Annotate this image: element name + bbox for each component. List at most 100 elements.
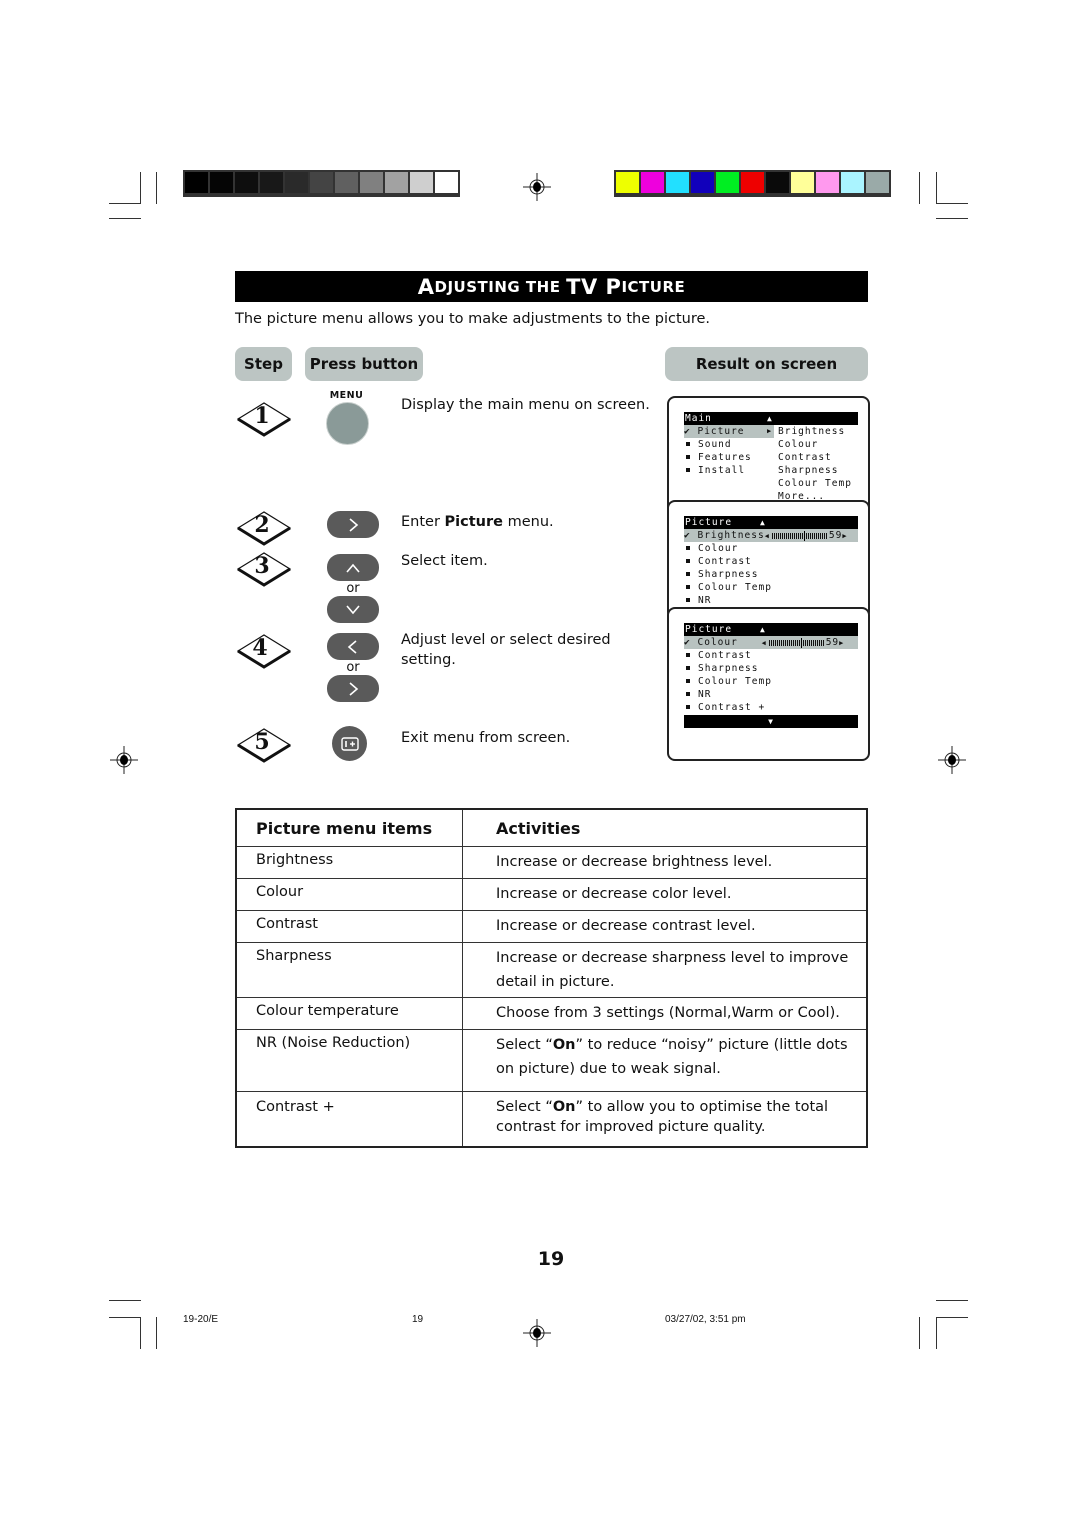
bullet-icon: [686, 546, 690, 550]
level-slider: [771, 530, 827, 541]
crop-mark: [936, 1317, 937, 1349]
osd-item: Colour Temp: [684, 581, 772, 594]
osd-header-bar: Picture ▲: [684, 516, 858, 529]
registration-mark-icon: [523, 1319, 551, 1347]
step-1-instruction: Display the main menu on screen.: [401, 397, 650, 413]
bullet-icon: [686, 585, 690, 589]
osd-item-label: Contrast: [698, 556, 752, 567]
osd-header-bar: Main ▲: [684, 412, 858, 425]
osd-item: Colour: [684, 542, 738, 555]
osd-submenu-item: Sharpness: [778, 465, 839, 476]
menu-button[interactable]: [326, 402, 369, 445]
activity-text: Select “: [496, 1037, 553, 1053]
osd-submenu-item: Colour Temp: [778, 478, 852, 489]
osd-header-title: Picture: [685, 517, 733, 528]
calibration-swatch: [866, 172, 889, 193]
calibration-swatch: [385, 172, 408, 193]
osd-item-label: NR: [698, 595, 712, 606]
osd-item-label: Contrast +: [698, 702, 766, 713]
crop-mark: [936, 172, 937, 204]
up-triangle-icon: ▲: [767, 414, 773, 423]
crop-mark: [140, 172, 141, 204]
crop-mark: [919, 1317, 920, 1349]
or-label: or: [346, 660, 360, 675]
calibration-swatch: [360, 172, 383, 193]
up-arrow-button[interactable]: [327, 554, 379, 581]
osd-item: Features: [684, 451, 752, 464]
bullet-icon: [686, 442, 690, 446]
activity-text: Select “: [496, 1099, 553, 1115]
step-number: 4: [252, 635, 268, 661]
chevron-right-icon: [349, 681, 359, 696]
menu-item-cell: Colour: [235, 878, 463, 911]
osd-item-label: Sharpness: [698, 663, 759, 674]
activity-cell: Choose from 3 settings (Normal,Warm or C…: [462, 997, 868, 1030]
level-value: 59: [828, 530, 843, 541]
title-part: A: [417, 274, 435, 299]
picture-menu-items-table: Picture menu items Activities Brightness…: [235, 808, 868, 1148]
right-triangle-icon: ▶: [842, 532, 848, 540]
right-arrow-button[interactable]: [327, 511, 379, 538]
bullet-icon: [686, 468, 690, 472]
crop-mark: [109, 218, 141, 219]
grayscale-calibration-bar: [183, 170, 460, 197]
instruction-text: menu.: [502, 514, 554, 530]
left-triangle-icon: ◀: [761, 639, 767, 647]
calibration-swatch: [435, 172, 458, 193]
activity-cell: Select “On” to allow you to optimise the…: [462, 1091, 868, 1147]
exit-button[interactable]: [332, 726, 367, 761]
table-header-row: Picture menu items Activities: [235, 808, 868, 847]
footer-doc-code: 19-20/E: [183, 1314, 219, 1325]
calibration-swatch: [641, 172, 664, 193]
crop-mark: [936, 203, 968, 204]
osd-item-selected: ✔ Colour ◀ 59▶: [684, 636, 844, 649]
calibration-swatch: [185, 172, 208, 193]
check-icon: ✔: [684, 426, 691, 437]
bullet-icon: [686, 679, 690, 683]
osd-item-label: Sound: [698, 439, 732, 450]
bullet-icon: [686, 559, 690, 563]
activity-cell: Increase or decrease color level.: [462, 878, 868, 911]
osd-item: NR: [684, 688, 711, 701]
bullet-icon: [686, 455, 690, 459]
left-arrow-button[interactable]: [327, 633, 379, 660]
activity-cell: Increase or decrease contrast level.: [462, 910, 868, 943]
step-number: 1: [254, 403, 270, 429]
menu-item-cell: Brightness: [235, 846, 463, 879]
down-arrow-button[interactable]: [327, 596, 379, 623]
right-arrow-button[interactable]: [327, 675, 379, 702]
osd-item-label: Picture: [697, 426, 745, 437]
osd-header-bar: Picture ▲: [684, 623, 858, 636]
calibration-swatch: [791, 172, 814, 193]
activity-cell: Increase or decrease sharpness level to …: [462, 942, 868, 998]
up-triangle-icon: ▲: [760, 518, 766, 527]
chevron-up-icon: [346, 563, 360, 573]
crop-mark: [936, 218, 968, 219]
osd-item-label: Colour: [697, 637, 738, 648]
right-triangle-icon: ▶: [767, 427, 773, 435]
instruction-text: Enter: [401, 514, 445, 530]
osd-submenu-item: Colour: [778, 439, 819, 450]
calibration-swatch: [210, 172, 233, 193]
level-value: 59: [825, 637, 840, 648]
osd-submenu-item: Brightness: [778, 426, 846, 437]
calibration-swatch: [310, 172, 333, 193]
up-triangle-icon: ▲: [760, 625, 766, 634]
osd-item: Sharpness: [684, 662, 758, 675]
osd-picture-colour-screen: Picture ▲ ✔ Colour ◀ 59▶ Contrast Sharpnes…: [667, 607, 870, 761]
crop-mark: [156, 172, 157, 204]
osd-item-label: Contrast: [698, 650, 752, 661]
menu-item-cell: NR (Noise Reduction): [235, 1029, 463, 1092]
slider-marker: [800, 637, 802, 648]
registration-mark-icon: [110, 746, 138, 774]
osd-item: Install: [684, 464, 745, 477]
step-4-instruction: Adjust level or select desired setting.: [401, 632, 611, 668]
column-header-items: Picture menu items: [235, 808, 463, 847]
crop-mark: [936, 1317, 968, 1318]
osd-item-label: Brightness: [697, 530, 765, 541]
calibration-swatch: [691, 172, 714, 193]
table-row: Colour Increase or decrease color level.: [235, 878, 868, 911]
crop-mark: [936, 1300, 968, 1301]
footer-timestamp: 03/27/02, 3:51 pm: [665, 1314, 746, 1325]
bullet-icon: [686, 705, 690, 709]
